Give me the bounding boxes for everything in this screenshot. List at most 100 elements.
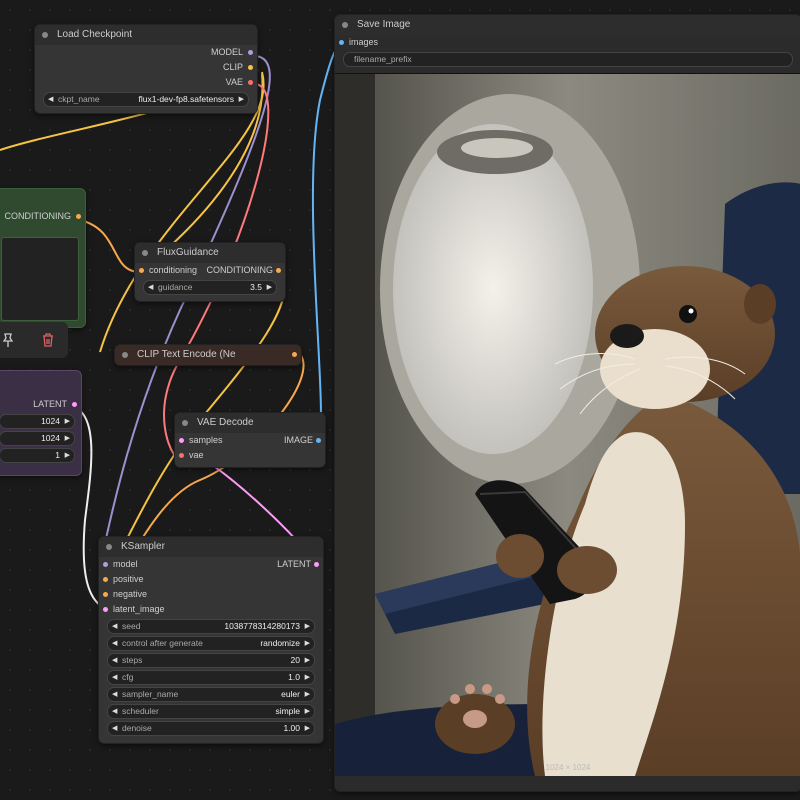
arrow-right-icon[interactable]: ▶ xyxy=(305,722,310,735)
flux-guidance-node[interactable]: FluxGuidance conditioning CONDITIONING ◀… xyxy=(134,242,286,302)
model-socket[interactable] xyxy=(248,50,253,55)
output-vae[interactable]: VAE xyxy=(35,75,257,90)
conditioning-input-socket[interactable] xyxy=(139,268,144,273)
image-output-socket[interactable] xyxy=(316,438,321,443)
guidance-label: guidance xyxy=(158,282,193,292)
image-preview[interactable]: 1024 × 1024 xyxy=(335,73,800,776)
arrow-left-icon[interactable]: ◀ xyxy=(148,281,153,294)
conditioning-output-socket[interactable] xyxy=(276,268,281,273)
filename-prefix-widget[interactable]: filename_prefix xyxy=(343,52,793,67)
samples-socket[interactable] xyxy=(179,438,184,443)
input-vae[interactable]: vae xyxy=(175,448,325,463)
output-model-label: MODEL xyxy=(210,47,243,57)
arrow-left-icon[interactable]: ◀ xyxy=(112,671,117,684)
vae-input-socket[interactable] xyxy=(179,453,184,458)
otter-paw-left xyxy=(496,534,544,578)
positive-input-socket[interactable] xyxy=(103,577,108,582)
arrow-right-icon[interactable]: ▶ xyxy=(305,637,310,650)
arrow-left-icon[interactable]: ◀ xyxy=(48,93,53,106)
cfg-widget[interactable]: ◀ cfg 1.0 ▶ xyxy=(107,670,315,685)
save-image-node[interactable]: Save Image images filename_prefix 1024 ×… xyxy=(334,14,800,792)
prompt-text-area[interactable] xyxy=(1,237,79,321)
arrow-right-icon[interactable]: ▶ xyxy=(305,688,310,701)
save-image-title[interactable]: Save Image xyxy=(335,15,800,35)
arrow-right-icon[interactable]: ▶ xyxy=(305,671,310,684)
node-toolbar xyxy=(0,322,68,358)
pin-icon[interactable] xyxy=(0,332,16,348)
vae-decode-title[interactable]: VAE Decode xyxy=(175,413,325,433)
output-clip[interactable]: CLIP xyxy=(35,60,257,75)
output-conditioning[interactable]: CONDITIONING xyxy=(0,209,85,224)
node-collapse-dot-icon[interactable] xyxy=(122,352,128,358)
model-input-socket[interactable] xyxy=(103,562,108,567)
node-collapse-dot-icon[interactable] xyxy=(342,22,348,28)
conditioning-output-socket[interactable] xyxy=(292,352,297,357)
sampler-name-widget[interactable]: ◀ sampler_name euler ▶ xyxy=(107,687,315,702)
arrow-right-icon[interactable]: ▶ xyxy=(305,620,310,633)
node-collapse-dot-icon[interactable] xyxy=(142,250,148,256)
arrow-left-icon[interactable]: ◀ xyxy=(112,722,117,735)
input-positive[interactable]: positive xyxy=(99,572,323,587)
guidance-widget[interactable]: ◀ guidance 3.5 ▶ xyxy=(143,280,277,295)
node-collapse-dot-icon[interactable] xyxy=(42,32,48,38)
arrow-left-icon[interactable]: ◀ xyxy=(112,654,117,667)
latent-output-socket[interactable] xyxy=(314,562,319,567)
input-images-label: images xyxy=(349,37,379,47)
arrow-right-icon[interactable]: ▶ xyxy=(239,93,244,106)
conditioning-socket[interactable] xyxy=(76,214,81,219)
flux-guidance-title[interactable]: FluxGuidance xyxy=(135,243,285,263)
arrow-right-icon[interactable]: ▶ xyxy=(305,654,310,667)
latent-socket[interactable] xyxy=(72,402,77,407)
scheduler-widget[interactable]: ◀ scheduler simple ▶ xyxy=(107,704,315,719)
ksampler-title[interactable]: KSampler xyxy=(99,537,323,557)
seed-label: seed xyxy=(122,621,141,631)
latent-width-widget[interactable]: 1024 ▶ xyxy=(0,414,75,429)
arrow-left-icon[interactable]: ◀ xyxy=(112,637,117,650)
output-model[interactable]: MODEL xyxy=(35,45,257,60)
arrow-right-icon[interactable]: ▶ xyxy=(267,281,272,294)
arrow-right-icon[interactable]: ▶ xyxy=(65,432,70,445)
output-latent[interactable]: LATENT xyxy=(0,397,81,412)
load-checkpoint-node[interactable]: Load Checkpoint MODEL CLIP VAE ◀ ckpt_na… xyxy=(34,24,258,114)
empty-latent-node[interactable]: LATENT 1024 ▶ 1024 ▶ 1 ▶ xyxy=(0,370,82,476)
ksampler-node[interactable]: KSampler model LATENT positive negative … xyxy=(98,536,324,744)
ckpt-name-widget[interactable]: ◀ ckpt_name flux1-dev-fp8.safetensors ▶ xyxy=(43,92,249,107)
arrow-left-icon[interactable]: ◀ xyxy=(112,688,117,701)
conditioning-node[interactable]: CONDITIONING xyxy=(0,188,86,328)
load-checkpoint-title[interactable]: Load Checkpoint xyxy=(35,25,257,45)
arrow-right-icon[interactable]: ▶ xyxy=(65,449,70,462)
input-samples[interactable]: samples IMAGE xyxy=(175,433,325,448)
arrow-left-icon[interactable]: ◀ xyxy=(112,620,117,633)
trash-icon[interactable] xyxy=(40,332,56,348)
clip-text-encode-title[interactable]: CLIP Text Encode (Ne xyxy=(115,345,301,365)
input-conditioning[interactable]: conditioning CONDITIONING xyxy=(135,263,285,278)
vae-socket[interactable] xyxy=(248,80,253,85)
cfg-value: 1.0 xyxy=(288,672,300,682)
latent-image-input-socket[interactable] xyxy=(103,607,108,612)
image-size-label: 1024 × 1024 xyxy=(545,763,591,772)
input-negative[interactable]: negative xyxy=(99,587,323,602)
images-input-socket[interactable] xyxy=(339,40,344,45)
negative-input-socket[interactable] xyxy=(103,592,108,597)
input-latent-image[interactable]: latent_image xyxy=(99,602,323,617)
vae-decode-node[interactable]: VAE Decode samples IMAGE vae xyxy=(174,412,326,468)
input-images[interactable]: images xyxy=(335,35,800,50)
arrow-left-icon[interactable]: ◀ xyxy=(112,705,117,718)
node-collapse-dot-icon[interactable] xyxy=(106,544,112,550)
denoise-value: 1.00 xyxy=(283,723,300,733)
control-after-generate-widget[interactable]: ◀ control after generate randomize ▶ xyxy=(107,636,315,651)
control-after-generate-label: control after generate xyxy=(122,638,203,648)
denoise-widget[interactable]: ◀ denoise 1.00 ▶ xyxy=(107,721,315,736)
node-collapse-dot-icon[interactable] xyxy=(182,420,188,426)
clip-socket[interactable] xyxy=(248,65,253,70)
arrow-right-icon[interactable]: ▶ xyxy=(305,705,310,718)
seed-widget[interactable]: ◀ seed 1038778314280173 ▶ xyxy=(107,619,315,634)
steps-widget[interactable]: ◀ steps 20 ▶ xyxy=(107,653,315,668)
latent-batch-widget[interactable]: 1 ▶ xyxy=(0,448,75,463)
otter-image xyxy=(335,74,800,776)
clip-text-encode-node[interactable]: CLIP Text Encode (Ne xyxy=(114,344,302,366)
otter-eye xyxy=(679,305,697,323)
input-model[interactable]: model LATENT xyxy=(99,557,323,572)
arrow-right-icon[interactable]: ▶ xyxy=(65,415,70,428)
latent-height-widget[interactable]: 1024 ▶ xyxy=(0,431,75,446)
